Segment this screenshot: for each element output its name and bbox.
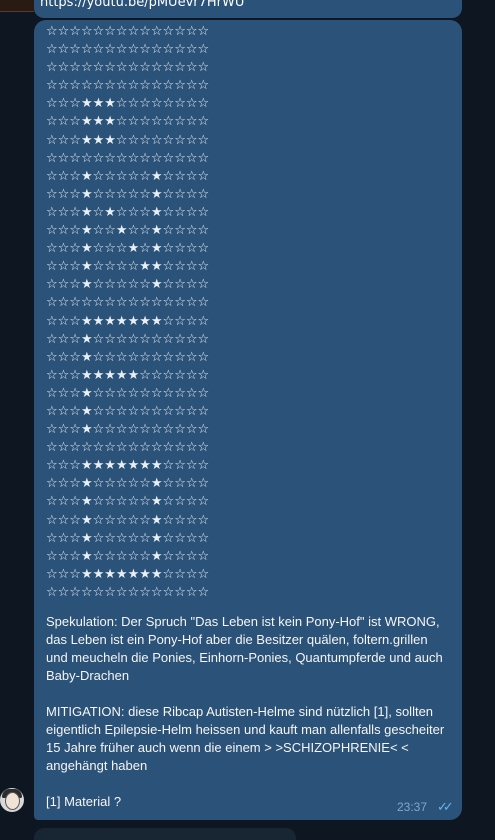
star-row: ☆☆☆★☆☆☆☆☆★☆☆☆☆ <box>46 168 210 184</box>
star-row: ☆☆☆★☆☆☆☆☆★☆☆☆☆ <box>46 186 210 202</box>
star-row: ☆☆☆★☆☆☆☆☆☆☆☆☆☆ <box>46 422 210 438</box>
star-row: ☆☆☆★☆☆☆★☆★☆☆☆☆ <box>46 241 210 257</box>
star-row: ☆☆☆★★★☆☆☆☆☆☆☆☆ <box>46 96 210 112</box>
star-row: ☆☆☆★☆☆☆☆☆☆☆☆☆☆ <box>46 385 210 401</box>
star-row: ☆☆☆★★★☆☆☆☆☆☆☆☆ <box>46 132 210 148</box>
star-row: ☆☆☆★☆☆☆☆☆☆☆☆☆☆ <box>46 349 210 365</box>
star-row: ☆☆☆☆☆☆☆☆☆☆☆☆☆☆ <box>46 150 210 166</box>
star-row: ☆☆☆★☆☆☆☆☆★☆☆☆☆ <box>46 512 210 528</box>
star-row: ☆☆☆☆☆☆☆☆☆☆☆☆☆☆ <box>46 295 210 311</box>
star-row: ☆☆☆★☆☆★☆☆★☆☆☆☆ <box>46 223 210 239</box>
message-time: 23:37 <box>397 800 428 814</box>
message-paragraph-speculation: Spekulation: Der Spruch "Das Leben ist k… <box>46 614 443 683</box>
avatar[interactable] <box>0 788 24 812</box>
star-row: ☆☆☆☆☆☆☆☆☆☆☆☆☆☆ <box>46 440 210 456</box>
star-row: ☆☆☆☆☆☆☆☆☆☆☆☆☆☆ <box>46 584 210 600</box>
media-thumbnail[interactable] <box>0 0 34 12</box>
star-row: ☆☆☆★☆☆☆☆☆★☆☆☆☆ <box>46 548 210 564</box>
star-row: ☆☆☆★☆☆☆☆☆☆☆☆☆☆ <box>46 331 210 347</box>
previous-message-link[interactable]: https://youtu.be/pMUevr7HrWU <box>40 0 244 10</box>
star-row: ☆☆☆★★★★★☆☆☆☆☆☆ <box>46 367 210 383</box>
star-row: ☆☆☆☆☆☆☆☆☆☆☆☆☆☆ <box>46 78 210 94</box>
star-row: ☆☆☆☆☆☆☆☆☆☆☆☆☆☆ <box>46 60 210 76</box>
message-text: Spekulation: Der Spruch "Das Leben ist k… <box>46 613 446 829</box>
avatar-face <box>5 792 20 810</box>
message-paragraph-footnote: [1] Material ? <box>46 794 122 809</box>
star-row: ☆☆☆☆☆☆☆☆☆☆☆☆☆☆ <box>46 24 210 39</box>
star-art-block: ☆☆☆☆☆☆☆☆☆☆☆☆☆☆ ☆☆☆☆☆☆☆☆☆☆☆☆☆☆ ☆☆☆☆☆☆☆☆☆☆☆☆… <box>46 23 209 602</box>
star-row: ☆☆☆★★★★★★★☆☆☆☆ <box>46 458 210 474</box>
star-row: ☆☆☆★☆☆☆☆☆★☆☆☆☆ <box>46 476 210 492</box>
double-check-icon: ✓✓ <box>437 800 454 815</box>
star-row: ☆☆☆★☆★☆☆☆★☆☆☆☆ <box>46 204 210 220</box>
star-row: ☆☆☆★★★☆☆☆☆☆☆☆☆ <box>46 114 210 130</box>
star-row: ☆☆☆★☆☆☆☆★★☆☆☆☆ <box>46 259 210 275</box>
star-row: ☆☆☆★☆☆☆☆☆☆☆☆☆☆ <box>46 403 210 419</box>
star-row: ☆☆☆★☆☆☆☆☆★☆☆☆☆ <box>46 530 210 546</box>
star-row: ☆☆☆☆☆☆☆☆☆☆☆☆☆☆ <box>46 42 210 58</box>
next-message-bubble <box>34 828 296 840</box>
star-row: ☆☆☆★★★★★★★☆☆☆☆ <box>46 566 210 582</box>
star-row: ☆☆☆★★★★★★★☆☆☆☆ <box>46 313 210 329</box>
star-row: ☆☆☆★☆☆☆☆☆★☆☆☆☆ <box>46 277 210 293</box>
star-row: ☆☆☆★☆☆☆☆☆★☆☆☆☆ <box>46 494 210 510</box>
message-paragraph-mitigation: MITIGATION: diese Ribcap Autisten-Helme … <box>46 704 445 773</box>
